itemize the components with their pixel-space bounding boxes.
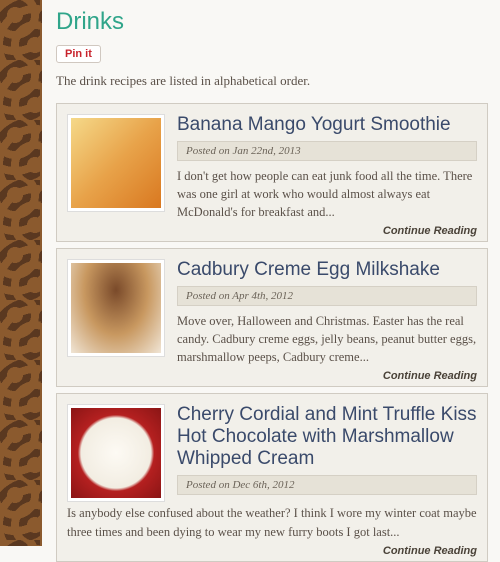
- post-date: Posted on Jan 22nd, 2013: [177, 141, 477, 161]
- post-title-link[interactable]: Cadbury Creme Egg Milkshake: [177, 259, 477, 281]
- pinit-button[interactable]: Pin it: [56, 45, 101, 63]
- post-excerpt: Move over, Halloween and Christmas. East…: [177, 312, 477, 366]
- post-title-link[interactable]: Banana Mango Yogurt Smoothie: [177, 114, 477, 136]
- continue-reading-link[interactable]: Continue Reading: [67, 370, 477, 382]
- continue-reading-link[interactable]: Continue Reading: [67, 225, 477, 237]
- post-card: Cadbury Creme Egg Milkshake Posted on Ap…: [56, 248, 488, 387]
- post-thumbnail[interactable]: [67, 404, 165, 502]
- intro-text: The drink recipes are listed in alphabet…: [56, 73, 488, 89]
- post-excerpt: Is anybody else confused about the weath…: [67, 504, 477, 540]
- page-title: Drinks: [56, 8, 488, 36]
- post-card: Cherry Cordial and Mint Truffle Kiss Hot…: [56, 393, 488, 561]
- continue-reading-link[interactable]: Continue Reading: [67, 545, 477, 557]
- post-excerpt: I don't get how people can eat junk food…: [177, 167, 477, 221]
- decorative-sidebar: [0, 0, 42, 546]
- post-thumbnail[interactable]: [67, 114, 165, 212]
- post-date: Posted on Dec 6th, 2012: [177, 475, 477, 495]
- main-content: Drinks Pin it The drink recipes are list…: [42, 0, 500, 546]
- post-title-link[interactable]: Cherry Cordial and Mint Truffle Kiss Hot…: [177, 404, 477, 470]
- post-date: Posted on Apr 4th, 2012: [177, 286, 477, 306]
- post-thumbnail[interactable]: [67, 259, 165, 357]
- post-card: Banana Mango Yogurt Smoothie Posted on J…: [56, 103, 488, 242]
